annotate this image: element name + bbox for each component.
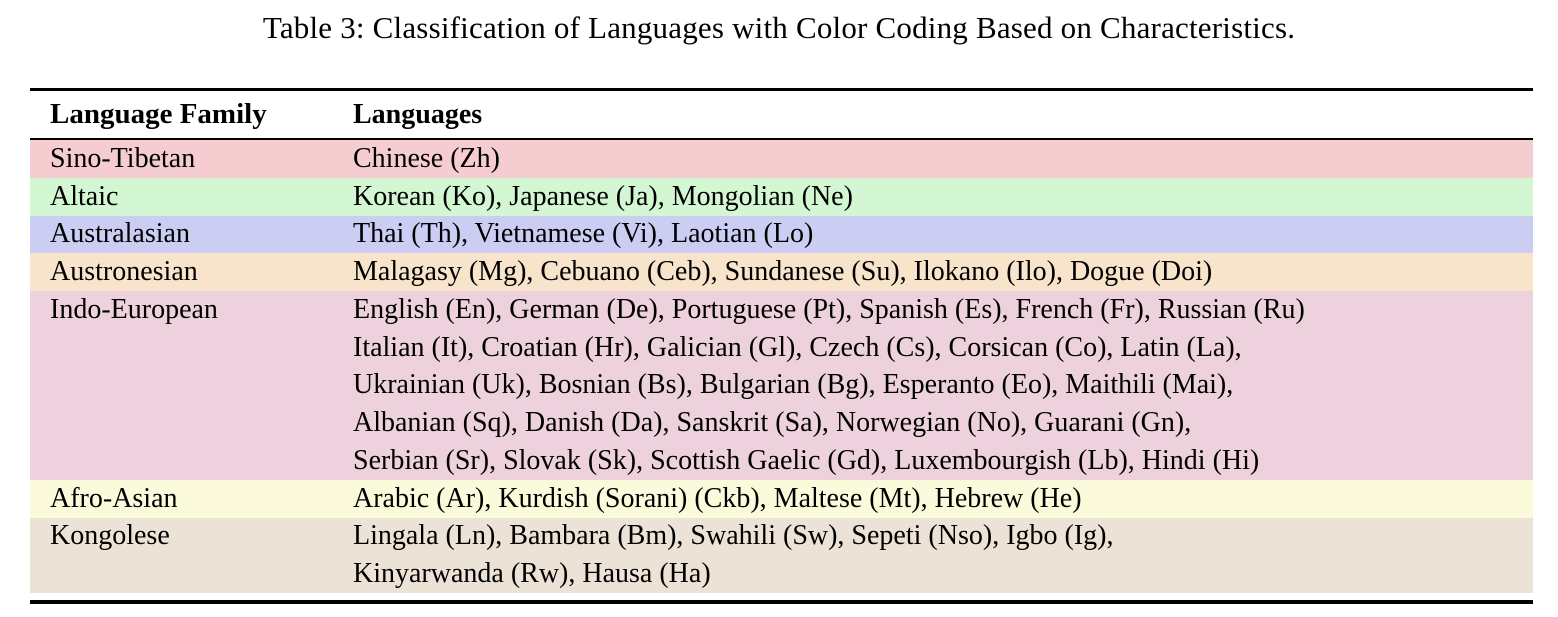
languages-cell: Korean (Ko), Japanese (Ja), Mongolian (N… bbox=[353, 178, 1533, 216]
family-label: Kongolese bbox=[50, 518, 353, 556]
languages-line: Albanian (Sq), Danish (Da), Sanskrit (Sa… bbox=[353, 404, 1533, 442]
table-bottom-rule bbox=[30, 600, 1533, 604]
family-cell: Kongolese bbox=[30, 518, 353, 594]
table-row-altaic: Altaic Korean (Ko), Japanese (Ja), Mongo… bbox=[30, 178, 1533, 216]
languages-line: Serbian (Sr), Slovak (Sk), Scottish Gael… bbox=[353, 442, 1533, 480]
family-cell: Australasian bbox=[30, 216, 353, 254]
column-header-language-family: Language Family bbox=[30, 98, 353, 131]
languages-line: Malagasy (Mg), Cebuano (Ceb), Sundanese … bbox=[353, 253, 1533, 291]
languages-cell: Thai (Th), Vietnamese (Vi), Laotian (Lo) bbox=[353, 216, 1533, 254]
family-label: Indo-European bbox=[50, 291, 353, 329]
languages-line: Thai (Th), Vietnamese (Vi), Laotian (Lo) bbox=[353, 216, 1533, 254]
family-label: Altaic bbox=[50, 178, 353, 216]
languages-line: Lingala (Ln), Bambara (Bm), Swahili (Sw)… bbox=[353, 518, 1533, 556]
languages-cell: Arabic (Ar), Kurdish (Sorani) (Ckb), Mal… bbox=[353, 480, 1533, 518]
table-row-australasian: Australasian Thai (Th), Vietnamese (Vi),… bbox=[30, 216, 1533, 254]
classification-table: Language Family Languages Sino-Tibetan C… bbox=[30, 88, 1533, 604]
languages-cell: English (En), German (De), Portuguese (P… bbox=[353, 291, 1533, 480]
languages-cell: Chinese (Zh) bbox=[353, 140, 1533, 178]
family-cell: Indo-European bbox=[30, 291, 353, 480]
table-row-austronesian: Austronesian Malagasy (Mg), Cebuano (Ceb… bbox=[30, 253, 1533, 291]
family-cell: Afro-Asian bbox=[30, 480, 353, 518]
languages-line: Ukrainian (Uk), Bosnian (Bs), Bulgarian … bbox=[353, 367, 1533, 405]
family-cell: Sino-Tibetan bbox=[30, 140, 353, 178]
languages-line: Kinyarwanda (Rw), Hausa (Ha) bbox=[353, 555, 1533, 593]
languages-line: English (En), German (De), Portuguese (P… bbox=[353, 291, 1533, 329]
family-label: Afro-Asian bbox=[50, 480, 353, 518]
table-row-kongolese: Kongolese Lingala (Ln), Bambara (Bm), Sw… bbox=[30, 518, 1533, 594]
family-label: Australasian bbox=[50, 216, 353, 254]
family-cell: Altaic bbox=[30, 178, 353, 216]
languages-line: Arabic (Ar), Kurdish (Sorani) (Ckb), Mal… bbox=[353, 480, 1533, 518]
languages-line: Italian (It), Croatian (Hr), Galician (G… bbox=[353, 329, 1533, 367]
family-label: Austronesian bbox=[50, 253, 353, 291]
table-row-sino-tibetan: Sino-Tibetan Chinese (Zh) bbox=[30, 140, 1533, 178]
table-header-row: Language Family Languages bbox=[30, 91, 1533, 138]
table-row-afro-asian: Afro-Asian Arabic (Ar), Kurdish (Sorani)… bbox=[30, 480, 1533, 518]
family-cell: Austronesian bbox=[30, 253, 353, 291]
languages-line: Korean (Ko), Japanese (Ja), Mongolian (N… bbox=[353, 178, 1533, 216]
table-caption: Table 3: Classification of Languages wit… bbox=[0, 10, 1558, 46]
languages-cell: Lingala (Ln), Bambara (Bm), Swahili (Sw)… bbox=[353, 518, 1533, 594]
languages-cell: Malagasy (Mg), Cebuano (Ceb), Sundanese … bbox=[353, 253, 1533, 291]
column-header-languages: Languages bbox=[353, 99, 1533, 131]
family-label: Sino-Tibetan bbox=[50, 140, 353, 178]
languages-line: Chinese (Zh) bbox=[353, 140, 1533, 178]
table-row-indo-european: Indo-European English (En), German (De),… bbox=[30, 291, 1533, 480]
